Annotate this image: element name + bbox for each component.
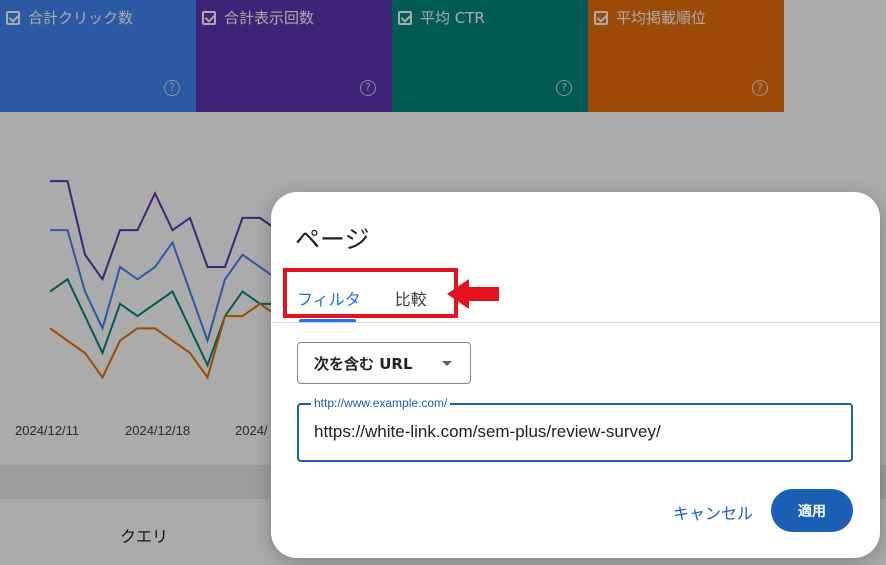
apply-button[interactable]: 適用 xyxy=(771,489,853,532)
match-type-select[interactable]: 次を含む URL xyxy=(297,342,471,384)
url-input[interactable]: http://www.example.com/ https://white-li… xyxy=(297,396,853,462)
dropdown-arrow-icon xyxy=(442,361,452,366)
select-value: 次を含む URL xyxy=(314,354,413,373)
page-filter-dialog: ページ フィルタ 比較 次を含む URL http://www.example.… xyxy=(271,192,880,558)
url-input-value[interactable]: https://white-link.com/sem-plus/review-s… xyxy=(314,422,661,442)
tabs-divider xyxy=(271,322,880,323)
url-input-label: http://www.example.com/ xyxy=(311,396,451,410)
annotation-arrow-icon xyxy=(447,279,499,309)
annotation-highlight-box xyxy=(283,268,458,318)
cancel-button[interactable]: キャンセル xyxy=(673,500,753,524)
dialog-title: ページ xyxy=(295,225,370,254)
